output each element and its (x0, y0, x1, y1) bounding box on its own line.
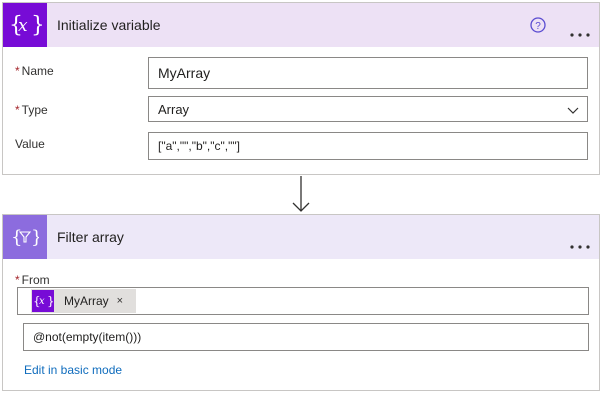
value-input[interactable]: ["a","","b","c",""] (148, 132, 588, 160)
required-mark: * (15, 103, 20, 117)
more-options-icon[interactable] (570, 24, 590, 37)
filter-array-header[interactable]: { } Filter array (3, 215, 599, 259)
svg-text:x: x (18, 16, 28, 36)
from-input[interactable]: { x } MyArray × (17, 287, 589, 315)
value-text: ["a","","b","c",""] (158, 139, 240, 153)
initialize-variable-card: { x } Initialize variable ? *Name MyArra… (2, 2, 600, 175)
svg-text:}: } (31, 227, 39, 248)
more-options-icon[interactable] (570, 236, 590, 249)
expression-text: @not(empty(item())) (33, 330, 142, 344)
svg-text:}: } (31, 13, 42, 38)
dynamic-content-token[interactable]: { x } MyArray × (31, 289, 136, 313)
type-label: * Type (15, 103, 48, 117)
from-label: * From (15, 273, 50, 287)
condition-expression-input[interactable]: @not(empty(item())) (23, 323, 589, 351)
variable-icon: { x } (3, 3, 47, 47)
help-icon[interactable]: ? (530, 17, 546, 33)
connector-arrow (290, 176, 312, 214)
name-input[interactable]: MyArray (148, 57, 588, 89)
chevron-down-icon[interactable] (567, 104, 579, 116)
required-mark: * (15, 64, 20, 78)
variable-icon: { x } (32, 290, 54, 312)
filter-variable-icon: { } (3, 215, 47, 259)
name-label: * Name (15, 64, 54, 78)
svg-text:?: ? (535, 21, 541, 32)
name-value: MyArray (158, 65, 211, 81)
svg-text:}: } (47, 294, 53, 308)
type-select[interactable]: Array (148, 96, 588, 122)
close-icon[interactable]: × (117, 295, 123, 307)
initialize-variable-header[interactable]: { x } Initialize variable ? (3, 3, 599, 47)
edit-in-basic-mode-link[interactable]: Edit in basic mode (24, 363, 122, 377)
token-label: MyArray (64, 294, 109, 308)
value-label: Value (15, 137, 45, 151)
svg-text:{: { (11, 227, 22, 248)
svg-text:x: x (39, 296, 45, 307)
card-title: Filter array (57, 229, 124, 245)
filter-array-card: { } Filter array *From { x } MyAr (2, 214, 600, 391)
required-mark: * (15, 273, 20, 287)
card-title: Initialize variable (57, 17, 161, 33)
type-value: Array (158, 101, 190, 117)
